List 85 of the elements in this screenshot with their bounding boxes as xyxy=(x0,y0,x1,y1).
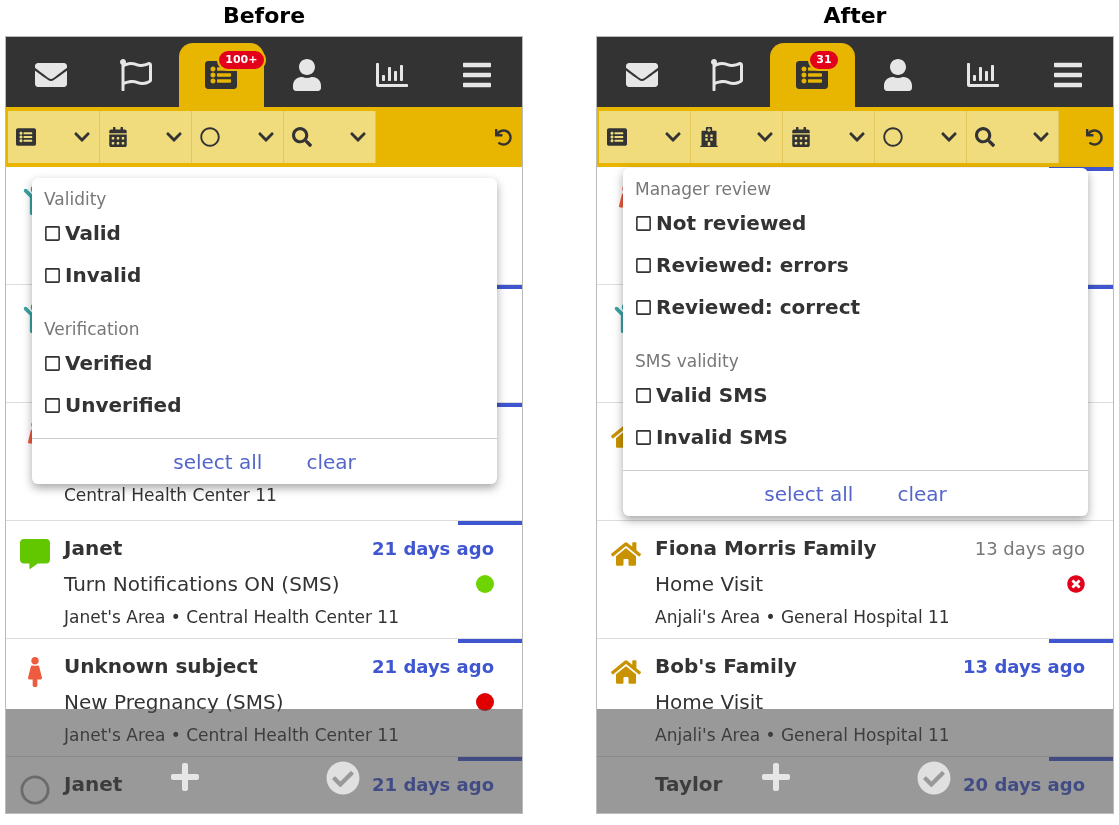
speech-bubble-icon xyxy=(20,539,50,569)
house-icon xyxy=(611,657,641,687)
filter-dropdown[interactable] xyxy=(875,111,967,163)
nav-tab[interactable]: 31 xyxy=(769,43,855,107)
section-heading: Manager review xyxy=(635,178,773,201)
checkbox[interactable] xyxy=(44,224,61,242)
report-row[interactable]: Janet 21 days ago Turn Notifications ON (SMS) Janet's Area • Central Health Center 11 xyxy=(6,521,522,639)
panel-title: After xyxy=(823,2,887,30)
error-icon xyxy=(1067,575,1085,593)
checkbox[interactable] xyxy=(635,298,652,316)
form-name: New Pregnancy (SMS) xyxy=(64,689,284,716)
list-icon xyxy=(16,127,36,147)
flag-icon xyxy=(120,59,152,91)
calendar-icon xyxy=(108,127,128,147)
count-badge: 100+ xyxy=(217,49,266,71)
checkbox[interactable] xyxy=(635,214,652,232)
search-icon xyxy=(292,127,312,147)
checkbox[interactable] xyxy=(44,396,61,414)
contact-name: Fiona Morris Family xyxy=(655,535,877,562)
filter-option[interactable]: Invalid SMS xyxy=(635,416,1076,458)
filter-dropdown[interactable] xyxy=(100,111,192,163)
filter-option[interactable]: Invalid xyxy=(44,254,485,296)
checkbox[interactable] xyxy=(635,256,652,274)
check-icon[interactable] xyxy=(916,761,951,795)
report-time: 13 days ago xyxy=(963,655,1085,679)
checkbox[interactable] xyxy=(635,428,652,446)
place-text: Anjali's Area • General Hospital 11 xyxy=(655,724,951,747)
filter-option[interactable]: Reviewed: correct xyxy=(635,286,1076,328)
place-text: Anjali's Area • General Hospital 11 xyxy=(655,606,951,629)
place-text: Janet's Area • Central Health Center 11 xyxy=(64,606,400,629)
report-time: 20 days ago xyxy=(963,773,1085,797)
form-name: Turn Notifications ON (SMS) xyxy=(64,571,340,598)
filter-dropdown[interactable] xyxy=(599,111,691,163)
section-heading: Verification xyxy=(44,318,141,341)
contact-name: Taylor xyxy=(655,771,723,798)
building-icon xyxy=(699,127,719,147)
filter-option[interactable]: Verified xyxy=(44,342,485,384)
report-row[interactable]: Unknown subject 21 days ago New Pregnancy (SMS) Janet's Area • Central Health Center 11 xyxy=(6,639,522,757)
check-icon[interactable] xyxy=(325,761,360,795)
menu-link[interactable]: clear xyxy=(306,446,356,477)
filter-dropdown[interactable] xyxy=(691,111,783,163)
report-time: 21 days ago xyxy=(372,773,494,797)
filter-option[interactable]: Reviewed: errors xyxy=(635,244,1076,286)
checkbox[interactable] xyxy=(44,266,61,284)
house-icon xyxy=(611,539,641,569)
person-icon xyxy=(881,59,914,91)
report-row[interactable]: Fiona Morris Family 13 days ago Home Visit Anjali's Area • General Hospital 11 xyxy=(597,521,1113,639)
filter-dropdown[interactable] xyxy=(783,111,875,163)
panel-title: Before xyxy=(222,2,306,30)
section-heading: SMS validity xyxy=(635,350,740,373)
menu-link[interactable]: select all xyxy=(764,478,854,509)
filter-option[interactable]: Unverified xyxy=(44,384,485,426)
checkbox[interactable] xyxy=(635,386,652,404)
search-icon xyxy=(975,127,995,147)
filter-dropdown[interactable] xyxy=(967,111,1059,163)
count-badge: 31 xyxy=(808,49,840,71)
contact-name: Janet xyxy=(64,771,123,798)
filter-option[interactable]: Valid SMS xyxy=(635,374,1076,416)
filter-dropdown[interactable] xyxy=(192,111,284,163)
form-name: Home Visit xyxy=(655,571,764,598)
person-icon xyxy=(290,59,323,91)
filter-dropdown[interactable] xyxy=(8,111,100,163)
reset-icon[interactable] xyxy=(495,128,512,146)
report-row[interactable]: Bob's Family 13 days ago Home Visit Anjali's Area • General Hospital 11 xyxy=(597,639,1113,757)
filter-dropdown[interactable] xyxy=(284,111,376,163)
menu-link[interactable]: clear xyxy=(897,478,947,509)
filter-option[interactable]: Valid xyxy=(44,212,485,254)
nav-tab[interactable]: 100+ xyxy=(178,43,264,107)
section-heading: Validity xyxy=(44,188,108,211)
contact-name: Janet xyxy=(64,535,123,562)
report-time: 13 days ago xyxy=(974,537,1085,561)
checkbox[interactable] xyxy=(44,354,61,372)
flag-icon xyxy=(711,59,743,91)
calendar-icon xyxy=(791,127,811,147)
contact-name: Unknown subject xyxy=(64,653,258,680)
report-time: 21 days ago xyxy=(372,655,494,679)
form-name: Home Visit xyxy=(655,689,764,716)
contact-name: Bob's Family xyxy=(655,653,797,680)
list-icon xyxy=(607,127,627,147)
place-text: Janet's Area • Central Health Center 11 xyxy=(64,724,400,747)
menu-link[interactable]: select all xyxy=(173,446,263,477)
place-text: Central Health Center 11 xyxy=(64,483,278,507)
report-time: 21 days ago xyxy=(372,537,494,561)
filter-option[interactable]: Not reviewed xyxy=(635,202,1076,244)
reset-icon[interactable] xyxy=(1086,128,1103,146)
